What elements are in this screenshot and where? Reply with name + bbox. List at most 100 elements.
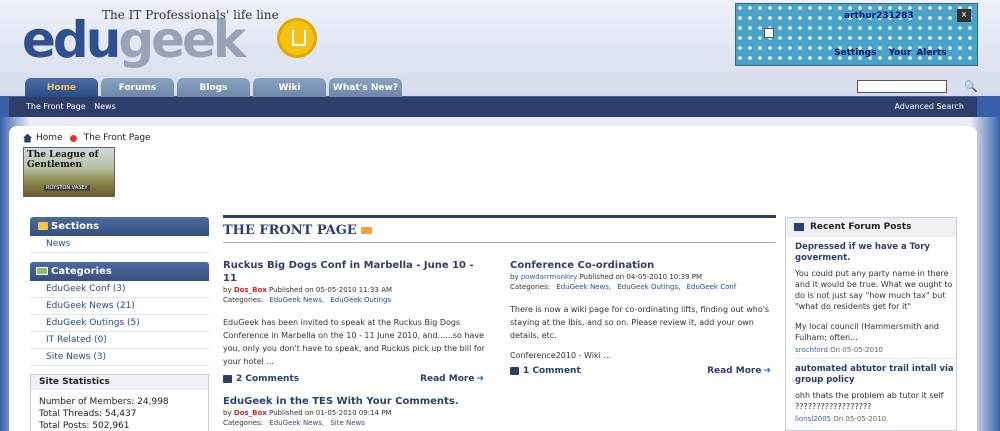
article-body: EduGeek has been invited to speak at the… [223, 318, 485, 366]
article-meta: by powdarrmonkey Published on 04-05-2010… [510, 272, 775, 282]
main-tabs: Home Forums Blogs Wiki What's New? [25, 78, 402, 98]
category-item[interactable]: EduGeek Conf (3) [30, 281, 209, 298]
article-author[interactable]: Dos_Box [234, 286, 267, 294]
advanced-search-link[interactable]: Advanced Search [894, 97, 964, 117]
tab-home[interactable]: Home [25, 78, 98, 98]
tab-wiki[interactable]: Wiki [253, 78, 326, 98]
banner-title-line1: The League of [27, 150, 99, 160]
article-title[interactable]: EduGeek in the TES With Your Comments. [223, 395, 488, 408]
article-published: Published on 04-05-2010 10:39 PM [579, 273, 702, 281]
username-link[interactable]: arthur231283 [844, 11, 914, 21]
category-item[interactable]: IT Related (0) [30, 332, 209, 349]
recent-posts-title: Recent Forum Posts [810, 222, 912, 232]
close-button[interactable]: x [957, 9, 971, 22]
article-meta: by Dos_Box Published on 05-05-2010 11:33… [223, 285, 488, 295]
main-content: Home The Front Page The League of Gentlem… [9, 126, 977, 431]
nav-news[interactable]: News [94, 102, 116, 111]
read-more-label: Read More [707, 366, 762, 376]
post-author[interactable]: lionsl2005 [795, 415, 831, 423]
article-meta: by Dos_Box Published on 01-05-2010 09:14… [223, 408, 488, 418]
read-more-link[interactable]: Read More ➜ [707, 366, 771, 376]
site-statistics: Site Statistics Number of Members: 24,99… [30, 374, 209, 431]
logo-wordmark: edugeek [22, 12, 246, 68]
logo-badge-icon [277, 18, 317, 58]
banner-image[interactable]: The League of Gentlemen ROYSTON VASEY [23, 147, 115, 197]
settings-link[interactable]: Settings [834, 48, 876, 58]
folder-icon [38, 222, 48, 230]
category-link[interactable]: EduGeek Outings [330, 296, 391, 304]
stat-posts: Total Posts: 502,961 [39, 421, 130, 431]
forum-posts-icon [794, 223, 804, 231]
post-date: On 05-05-2010 [833, 415, 887, 423]
article-title[interactable]: Conference Co-ordination [510, 259, 775, 272]
category-link[interactable]: Site News [330, 419, 365, 427]
rss-icon[interactable] [360, 227, 372, 234]
category-item[interactable]: Site News (3) [30, 349, 209, 366]
comment-icon [510, 367, 519, 375]
post-title[interactable]: automated abtutor trail intall via group… [795, 364, 956, 386]
article-published: Published on 01-05-2010 09:14 PM [269, 409, 392, 417]
category-item[interactable]: EduGeek News (21) [30, 298, 209, 315]
article-title[interactable]: Ruckus Big Dogs Conf in Marbella - June … [223, 259, 488, 285]
category-link[interactable]: EduGeek Outings, [617, 283, 680, 291]
post-title[interactable]: Depressed if we have a Tory goverment. [795, 242, 956, 264]
categories-label: Categories: [510, 283, 551, 291]
article-by: by [510, 273, 519, 281]
tab-forums[interactable]: Forums [101, 78, 174, 98]
article-card: Ruckus Big Dogs Conf in Marbella - June … [223, 259, 488, 388]
section-item-news[interactable]: News [30, 236, 209, 253]
category-link[interactable]: EduGeek News, [269, 419, 324, 427]
recent-posts-panel: Recent Forum Posts Depressed if we have … [785, 217, 957, 431]
article-author[interactable]: Dos_Box [234, 409, 267, 417]
article-by: by [223, 286, 232, 294]
sub-navbar: The Front Page News Advanced Search [9, 97, 977, 117]
site-logo[interactable]: The IT Professionals' life line edugeek [22, 8, 322, 70]
read-more-link[interactable]: Read More ➜ [420, 374, 484, 384]
article-categories: Categories: EduGeek News, Site News [223, 418, 488, 429]
categories-label: Categories: [223, 419, 264, 427]
article-card: Conference Co-ordination by powdarrmonke… [510, 259, 775, 380]
stat-threads: Total Threads: 54,437 [39, 409, 137, 419]
user-panel: arthur231283 x Settings Your Alerts [735, 3, 978, 66]
banner-title: The League of Gentlemen [27, 150, 99, 170]
post-excerpt: You could put any party name in there an… [795, 269, 953, 311]
categories-header: Categories [30, 262, 209, 281]
front-page-column: THE FRONT PAGE Ruckus Big Dogs Conf in M… [223, 215, 776, 427]
comments-link[interactable]: 1 Comment [510, 366, 581, 376]
read-more-label: Read More [420, 374, 475, 384]
front-page-title: THE FRONT PAGE [223, 223, 357, 238]
search-icon[interactable]: 🔍 [964, 80, 978, 93]
article-categories: Categories: EduGeek News, EduGeek Outing… [223, 295, 488, 306]
recent-posts-header: Recent Forum Posts [786, 218, 956, 237]
page-title: THE FRONT PAGE [223, 223, 776, 238]
home-icon[interactable] [23, 133, 32, 143]
divider [223, 242, 776, 243]
stat-members: Number of Members: 24,998 [39, 397, 169, 407]
breadcrumb-home[interactable]: Home [36, 133, 63, 143]
comment-icon [223, 375, 232, 383]
post-byline: lionsl2005 On 05-05-2010 [795, 415, 956, 423]
post-author[interactable]: srochford [795, 346, 828, 354]
article-by: by [223, 409, 232, 417]
categories-icon [36, 267, 48, 275]
category-link[interactable]: EduGeek Conf [687, 283, 737, 291]
banner-title-line2: Gentlemen [27, 160, 83, 170]
article-author[interactable]: powdarrmonkey [521, 273, 578, 281]
category-link[interactable]: EduGeek News, [269, 296, 324, 304]
tab-whats-new[interactable]: What's New? [329, 78, 402, 98]
tab-blogs[interactable]: Blogs [177, 78, 250, 98]
category-link[interactable]: EduGeek News, [556, 283, 611, 291]
article-footer: 1 Comment Read More ➜ [510, 366, 775, 380]
category-item[interactable]: EduGeek Outings (5) [30, 315, 209, 332]
alerts-link[interactable]: Your Alerts [888, 48, 946, 58]
nav-front-page[interactable]: The Front Page [26, 102, 86, 111]
search-input[interactable] [857, 80, 947, 93]
categories-title: Categories [51, 266, 112, 277]
comments-link[interactable]: 2 Comments [223, 374, 299, 384]
avatar[interactable] [764, 28, 774, 38]
arrow-right-icon: ➜ [763, 366, 771, 376]
wiki-link[interactable]: Conference2010 - Wiki ... [510, 351, 775, 360]
banner-sign: ROYSTON VASEY [44, 185, 90, 191]
post-byline: srochford On 05-05-2010 [795, 346, 956, 354]
sections-header: Sections [30, 217, 209, 236]
